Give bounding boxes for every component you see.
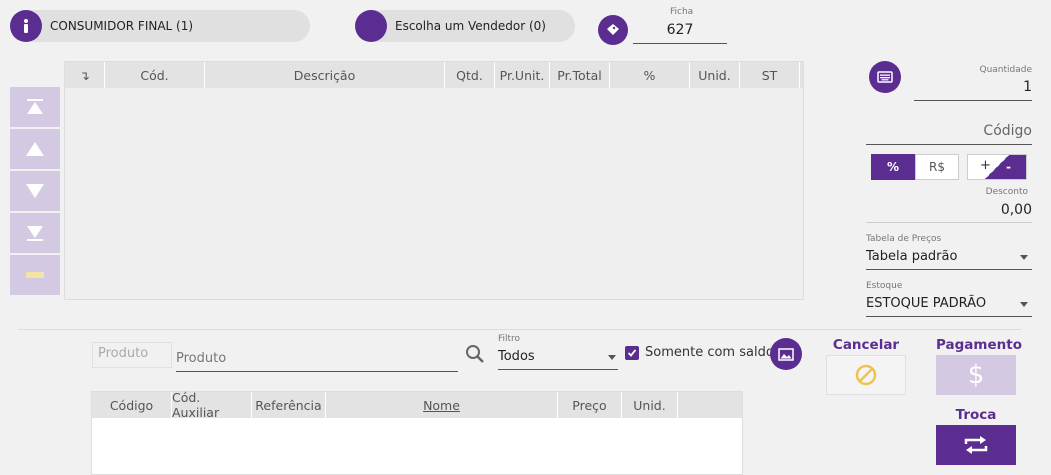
quantidade-label: Quantidade (979, 65, 1032, 75)
plus-label: + (980, 158, 991, 173)
col-st[interactable]: ST (740, 62, 800, 88)
col-sort[interactable]: ↴ (65, 62, 105, 88)
check-icon (627, 349, 637, 357)
cancel-icon (855, 364, 877, 386)
percent-toggle[interactable]: % (871, 154, 915, 180)
customer-selector[interactable]: CONSUMIDOR FINAL (1) (10, 10, 310, 42)
chevron-down-icon (608, 355, 616, 360)
image-icon[interactable] (770, 338, 802, 370)
tabela-select[interactable]: Tabela padrão (866, 246, 1032, 270)
pagamento-label: Pagamento (936, 337, 1022, 353)
quantidade-value: 1 (1023, 79, 1032, 95)
percent-label: % (886, 160, 900, 174)
desconto-label: Desconto (985, 187, 1028, 197)
estoque-select[interactable]: ESTOQUE PADRÃO (866, 293, 1032, 317)
ticket-icon[interactable] (598, 15, 628, 45)
col-qtd[interactable]: Qtd. (445, 62, 495, 88)
customer-label: CONSUMIDOR FINAL (1) (50, 19, 194, 33)
chevron-down-icon (1020, 302, 1028, 307)
chevron-down-icon (1020, 255, 1028, 260)
tabela-value: Tabela padrão (866, 249, 958, 264)
dollar-icon: $ (967, 360, 985, 390)
items-table: ↴ Cód. Descrição Qtd. Pr.Unit. Pr.Total … (64, 61, 804, 300)
cancelar-button[interactable] (826, 355, 906, 395)
ficha-value: 627 (666, 22, 694, 38)
product-table-header: Código Cód. Auxiliar Referência Nome Pre… (92, 390, 742, 420)
currency-toggle[interactable]: R$ (915, 154, 959, 180)
troca-button[interactable] (936, 425, 1016, 465)
last-row-button[interactable] (10, 213, 60, 253)
produto-placeholder: Produto (176, 351, 227, 366)
somente-saldo-checkbox[interactable] (625, 346, 639, 360)
minus-label: - (1006, 160, 1011, 174)
seller-selector[interactable]: Escolha um Vendedor (0) (355, 10, 575, 42)
col-unid[interactable]: Unid. (622, 392, 678, 418)
col-codigo[interactable]: Código (92, 392, 172, 418)
col-pr-total[interactable]: Pr.Total (550, 62, 610, 88)
up-icon (26, 142, 44, 156)
col-descricao[interactable]: Descrição (205, 62, 445, 88)
first-row-button[interactable] (10, 87, 60, 127)
col-percent[interactable]: % (610, 62, 690, 88)
ficha-field[interactable]: 627 (633, 18, 727, 44)
search-icon[interactable] (465, 344, 485, 368)
quantidade-field[interactable]: 1 (914, 76, 1032, 101)
desconto-field[interactable]: 0,00 (866, 199, 1032, 223)
remove-item-button[interactable] (10, 255, 60, 295)
plus-minus-toggle[interactable]: + - (967, 154, 1027, 180)
tabela-label: Tabela de Preços (866, 234, 942, 244)
estoque-label: Estoque (866, 281, 903, 291)
filtro-label: Filtro (498, 334, 521, 344)
col-codigo[interactable]: Cód. (105, 62, 205, 88)
produto-search-input[interactable]: Produto (176, 346, 458, 372)
down-icon (26, 184, 44, 198)
ficha-label: Ficha (670, 7, 694, 17)
product-table: Código Cód. Auxiliar Referência Nome Pre… (91, 390, 743, 475)
cancelar-label: Cancelar (832, 337, 900, 353)
exchange-icon (964, 436, 988, 454)
items-table-header: ↴ Cód. Descrição Qtd. Pr.Unit. Pr.Total … (65, 62, 803, 88)
produto-small-placeholder: Produto (98, 346, 149, 361)
desconto-value: 0,00 (1000, 202, 1032, 218)
col-nome[interactable]: Nome (326, 392, 558, 418)
troca-label: Troca (955, 407, 997, 423)
codigo-field[interactable]: Código (866, 121, 1032, 145)
seller-avatar-icon (355, 10, 387, 42)
minus-icon (26, 272, 44, 278)
col-unid[interactable]: Unid. (690, 62, 740, 88)
filtro-select[interactable]: Todos (498, 346, 618, 370)
produto-small-input[interactable]: Produto (92, 342, 172, 368)
somente-saldo-label: Somente com saldo (645, 345, 774, 360)
seller-label: Escolha um Vendedor (0) (395, 19, 546, 33)
row-navigation (10, 87, 60, 295)
col-preco[interactable]: Preço (558, 392, 622, 418)
col-pr-unit[interactable]: Pr.Unit. (495, 62, 550, 88)
section-divider (18, 329, 1021, 330)
currency-label: R$ (929, 160, 945, 174)
pagamento-button[interactable]: $ (936, 355, 1016, 395)
col-referencia[interactable]: Referência (252, 392, 326, 418)
keyboard-icon[interactable] (869, 61, 901, 93)
codigo-placeholder: Código (983, 123, 1032, 139)
first-icon (27, 99, 43, 114)
next-row-button[interactable] (10, 171, 60, 211)
col-cod-auxiliar[interactable]: Cód. Auxiliar (172, 390, 252, 420)
person-icon (10, 10, 42, 42)
estoque-value: ESTOQUE PADRÃO (866, 296, 987, 311)
filtro-value: Todos (498, 349, 535, 364)
last-icon (27, 226, 43, 241)
previous-row-button[interactable] (10, 129, 60, 169)
